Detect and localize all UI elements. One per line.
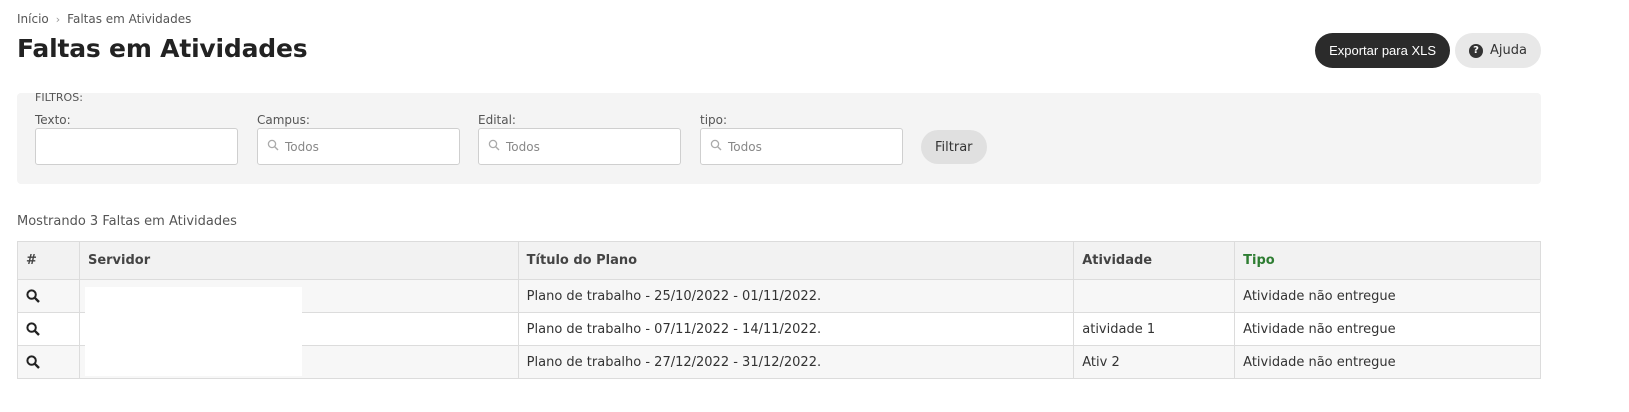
filter-tipo-placeholder: Todos <box>728 139 762 154</box>
filter-texto-label: Texto: <box>35 113 71 127</box>
search-icon <box>710 139 722 154</box>
column-header-index: # <box>17 241 80 280</box>
filter-texto-input[interactable] <box>35 128 238 165</box>
column-header-servidor[interactable]: Servidor <box>78 241 519 280</box>
filter-tipo: tipo: Todos <box>700 113 903 165</box>
column-header-titulo[interactable]: Título do Plano <box>517 241 1075 280</box>
filter-tipo-label: tipo: <box>700 113 728 127</box>
cell-atividade: Ativ 2 <box>1073 345 1236 379</box>
filters-panel: FILTROS: Texto: Campus: Todos Edital: To… <box>17 91 1541 184</box>
result-count: Mostrando 3 Faltas em Atividades <box>17 214 237 229</box>
search-icon <box>488 139 500 154</box>
search-icon <box>267 139 279 154</box>
search-icon[interactable] <box>26 355 71 369</box>
filter-campus-label: Campus: <box>257 113 310 127</box>
column-header-tipo[interactable]: Tipo <box>1234 241 1541 280</box>
breadcrumb-current: Faltas em Atividades <box>67 12 192 26</box>
filters-section-label: FILTROS: <box>35 91 83 104</box>
table-header-row: # Servidor Título do Plano Atividade Tip… <box>17 241 1541 280</box>
filter-campus-select[interactable]: Todos <box>257 128 460 165</box>
breadcrumb: Início › Faltas em Atividades <box>17 12 191 26</box>
cell-tipo: Atividade não entregue <box>1234 312 1541 346</box>
filter-tipo-select[interactable]: Todos <box>700 128 903 165</box>
breadcrumb-home-link[interactable]: Início <box>17 12 49 26</box>
filter-texto: Texto: <box>35 113 238 165</box>
filter-edital: Edital: Todos <box>478 113 681 165</box>
question-circle-icon: ? <box>1469 43 1484 58</box>
filter-edital-select[interactable]: Todos <box>478 128 681 165</box>
export-xls-button[interactable]: Exportar para XLS <box>1315 33 1451 68</box>
row-view-cell <box>17 345 80 379</box>
row-view-cell <box>17 312 80 346</box>
page-actions: Exportar para XLS ? Ajuda <box>1315 33 1541 68</box>
cell-tipo: Atividade não entregue <box>1234 345 1541 379</box>
chevron-right-icon: › <box>55 12 61 26</box>
search-icon[interactable] <box>26 322 71 336</box>
help-button-label: Ajuda <box>1490 43 1527 58</box>
cell-tipo: Atividade não entregue <box>1234 279 1541 313</box>
filter-edital-placeholder: Todos <box>506 139 540 154</box>
help-button[interactable]: ? Ajuda <box>1455 33 1541 68</box>
cell-atividade: atividade 1 <box>1073 312 1236 346</box>
page: Início › Faltas em Atividades Faltas em … <box>0 0 1629 412</box>
cell-titulo: Plano de trabalho - 27/12/2022 - 31/12/2… <box>517 345 1075 379</box>
redacted-servidor-block <box>85 287 302 376</box>
filter-edital-label: Edital: <box>478 113 516 127</box>
column-header-atividade[interactable]: Atividade <box>1073 241 1236 280</box>
filter-campus: Campus: Todos <box>257 113 460 165</box>
filter-submit-button[interactable]: Filtrar <box>921 130 987 164</box>
filter-campus-placeholder: Todos <box>285 139 319 154</box>
cell-atividade <box>1073 279 1236 313</box>
cell-titulo: Plano de trabalho - 07/11/2022 - 14/11/2… <box>517 312 1075 346</box>
search-icon[interactable] <box>26 289 71 303</box>
row-view-cell <box>17 279 80 313</box>
cell-titulo: Plano de trabalho - 25/10/2022 - 01/11/2… <box>517 279 1075 313</box>
page-title: Faltas em Atividades <box>17 34 308 63</box>
